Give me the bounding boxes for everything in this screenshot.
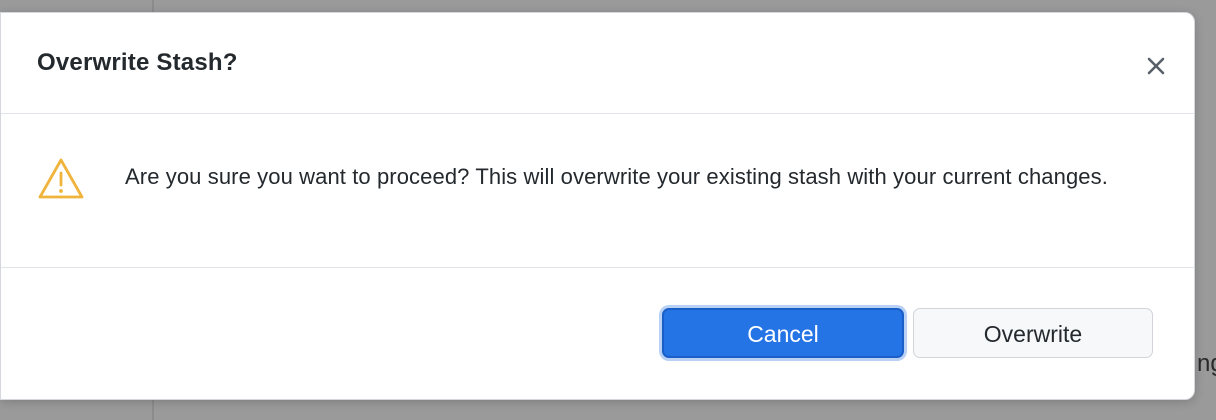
- warning-triangle-icon: [36, 156, 86, 202]
- background-partial-text: ng: [1197, 350, 1216, 377]
- dialog-message: Are you sure you want to proceed? This w…: [125, 164, 1108, 189]
- overwrite-button[interactable]: Overwrite: [913, 308, 1153, 358]
- dialog-footer: Cancel Overwrite: [1, 268, 1194, 399]
- cancel-button[interactable]: Cancel: [662, 308, 904, 358]
- dialog-header: Overwrite Stash?: [1, 13, 1194, 114]
- dialog-title: Overwrite Stash?: [37, 49, 238, 76]
- overwrite-stash-dialog: Overwrite Stash? Are you sure you want t…: [0, 12, 1195, 400]
- dialog-body: Are you sure you want to proceed? This w…: [1, 114, 1194, 268]
- close-icon[interactable]: [1142, 52, 1170, 80]
